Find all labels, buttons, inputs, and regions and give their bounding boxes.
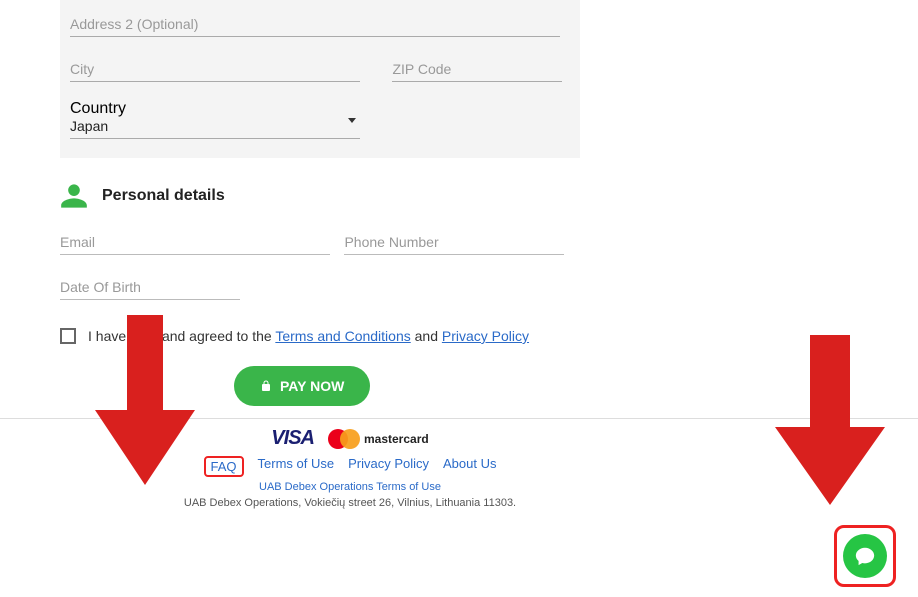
consent-row: I have read and agreed to the Terms and … xyxy=(60,328,580,344)
chat-button[interactable] xyxy=(843,534,887,578)
mastercard-logo: mastercard xyxy=(328,429,429,449)
faq-highlight-box: FAQ xyxy=(204,456,244,477)
address2-input[interactable] xyxy=(70,10,560,37)
dob-input[interactable] xyxy=(60,273,240,300)
country-label: Country xyxy=(70,100,126,117)
visa-logo: VISA xyxy=(271,427,314,450)
personal-heading: Personal details xyxy=(102,187,225,205)
phone-field[interactable]: Phone Number xyxy=(344,228,564,255)
consent-checkbox[interactable] xyxy=(60,328,76,344)
footer-terms-link[interactable]: Terms of Use xyxy=(258,456,335,477)
consent-text: I have read and agreed to the Terms and … xyxy=(88,328,529,344)
billing-section: Address 2 (Optional) City ZIP Code Count… xyxy=(60,0,580,158)
dob-field[interactable]: Date Of Birth xyxy=(60,273,240,300)
footer: VISA mastercard FAQ Terms of Use Privacy… xyxy=(60,427,640,509)
chat-icon xyxy=(854,545,876,567)
footer-privacy-link[interactable]: Privacy Policy xyxy=(348,456,429,477)
footer-address: UAB Debex Operations, Vokiečių street 26… xyxy=(60,497,640,509)
terms-link[interactable]: Terms and Conditions xyxy=(275,328,410,344)
person-icon xyxy=(60,182,88,210)
phone-input[interactable] xyxy=(344,228,564,255)
mastercard-text: mastercard xyxy=(364,432,429,446)
footer-sub-terms: UAB Debex Operations Terms of Use xyxy=(60,481,640,493)
privacy-link[interactable]: Privacy Policy xyxy=(442,328,529,344)
chevron-down-icon xyxy=(348,118,356,123)
mastercard-icon xyxy=(328,429,360,449)
zip-field[interactable]: ZIP Code xyxy=(392,55,562,82)
pay-now-label: PAY NOW xyxy=(280,378,344,394)
consent-prefix: I have read and agreed to the xyxy=(88,328,275,344)
chat-highlight-box xyxy=(834,525,896,587)
email-field[interactable]: Email xyxy=(60,228,330,255)
annotation-arrow-chat xyxy=(775,335,885,505)
personal-heading-row: Personal details xyxy=(60,182,580,210)
debex-terms-link[interactable]: UAB Debex Operations Terms of Use xyxy=(259,481,441,493)
footer-links: FAQ Terms of Use Privacy Policy About Us xyxy=(60,456,640,477)
personal-section: Personal details Email Phone Number Date… xyxy=(60,158,580,406)
footer-divider xyxy=(0,418,918,419)
country-value[interactable]: Japan xyxy=(70,118,360,139)
city-field[interactable]: City xyxy=(70,55,360,82)
footer-about-link[interactable]: About Us xyxy=(443,456,496,477)
city-input[interactable] xyxy=(70,55,360,82)
email-input[interactable] xyxy=(60,228,330,255)
address2-field[interactable]: Address 2 (Optional) xyxy=(70,10,560,37)
zip-input[interactable] xyxy=(392,55,562,82)
pay-now-button[interactable]: PAY NOW xyxy=(234,366,370,406)
consent-mid: and xyxy=(411,328,442,344)
card-logos: VISA mastercard xyxy=(60,427,640,450)
lock-icon xyxy=(260,379,272,393)
country-select[interactable]: Country Japan xyxy=(70,100,360,139)
faq-link[interactable]: FAQ xyxy=(211,459,237,474)
